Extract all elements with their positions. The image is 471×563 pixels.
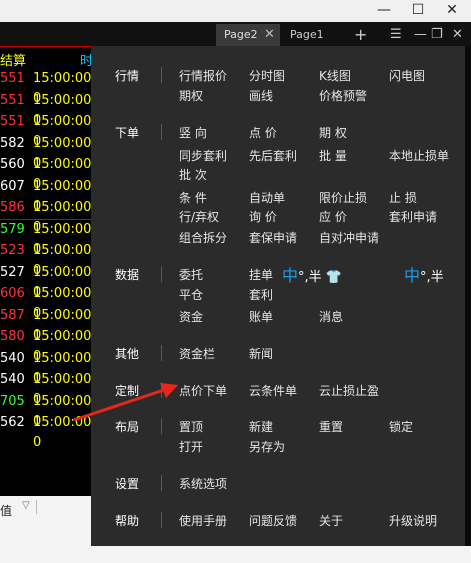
arrow-line	[73, 386, 171, 422]
annotation-arrow	[73, 383, 178, 422]
